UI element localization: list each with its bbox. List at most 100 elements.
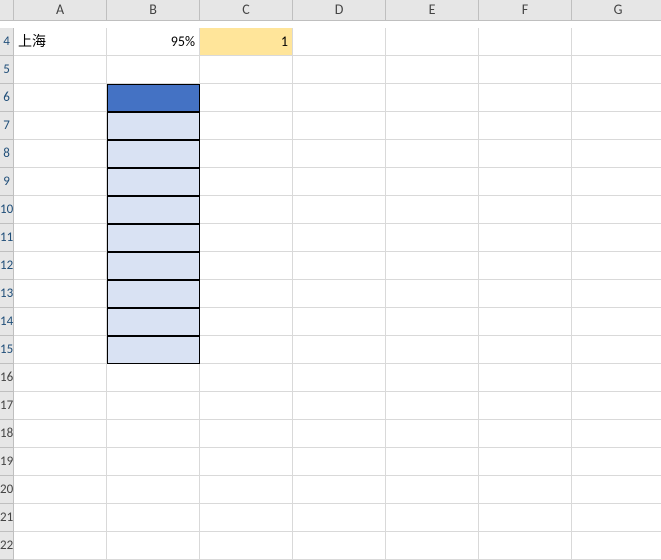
cell-C4[interactable]: 1 xyxy=(200,28,293,56)
cell-B14[interactable] xyxy=(107,308,200,336)
cell-G11[interactable] xyxy=(572,224,661,252)
cell-C10[interactable] xyxy=(200,196,293,224)
col-header-B[interactable]: B xyxy=(107,0,200,21)
cell-C20[interactable] xyxy=(200,476,293,504)
cell-A7[interactable] xyxy=(14,112,107,140)
cell-G16[interactable] xyxy=(572,364,661,392)
cell-C15[interactable] xyxy=(200,336,293,364)
col-header-A[interactable]: A xyxy=(14,0,107,21)
row-header-13[interactable]: 13 xyxy=(0,280,14,308)
cell-G22[interactable] xyxy=(572,532,661,560)
cell-D8[interactable] xyxy=(293,140,386,168)
cell-A14[interactable] xyxy=(14,308,107,336)
col-header-E[interactable]: E xyxy=(386,0,479,21)
cell-B10[interactable] xyxy=(107,196,200,224)
cell-C12[interactable] xyxy=(200,252,293,280)
cell-F4[interactable] xyxy=(479,28,572,56)
cell-G15[interactable] xyxy=(572,336,661,364)
cell-A10[interactable] xyxy=(14,196,107,224)
cell-A4[interactable]: 上海 xyxy=(14,28,107,56)
cell-E20[interactable] xyxy=(386,476,479,504)
cell-E19[interactable] xyxy=(386,448,479,476)
cell-C18[interactable] xyxy=(200,420,293,448)
cell-B15[interactable] xyxy=(107,336,200,364)
cell-B21[interactable] xyxy=(107,504,200,532)
cell-F19[interactable] xyxy=(479,448,572,476)
cell-B6[interactable] xyxy=(107,84,200,112)
cell-F13[interactable] xyxy=(479,280,572,308)
cell-F8[interactable] xyxy=(479,140,572,168)
row-header-10[interactable]: 10 xyxy=(0,196,14,224)
row-header-7[interactable]: 7 xyxy=(0,112,14,140)
cell-F17[interactable] xyxy=(479,392,572,420)
cell-B17[interactable] xyxy=(107,392,200,420)
cell-E4[interactable] xyxy=(386,28,479,56)
cell-D20[interactable] xyxy=(293,476,386,504)
cell-E21[interactable] xyxy=(386,504,479,532)
cell-D14[interactable] xyxy=(293,308,386,336)
col-header-F[interactable]: F xyxy=(479,0,572,21)
corner-cell[interactable] xyxy=(0,0,14,21)
cell-G7[interactable] xyxy=(572,112,661,140)
cell-C17[interactable] xyxy=(200,392,293,420)
row-header-16[interactable]: 16 xyxy=(0,364,14,392)
cell-D6[interactable] xyxy=(293,84,386,112)
cell-G18[interactable] xyxy=(572,420,661,448)
cell-C21[interactable] xyxy=(200,504,293,532)
cell-C13[interactable] xyxy=(200,280,293,308)
cell-A19[interactable] xyxy=(14,448,107,476)
cell-F22[interactable] xyxy=(479,532,572,560)
cell-F6[interactable] xyxy=(479,84,572,112)
cell-D12[interactable] xyxy=(293,252,386,280)
cell-F20[interactable] xyxy=(479,476,572,504)
cell-E18[interactable] xyxy=(386,420,479,448)
cell-F18[interactable] xyxy=(479,420,572,448)
col-header-G[interactable]: G xyxy=(572,0,661,21)
cell-B22[interactable] xyxy=(107,532,200,560)
row-header-15[interactable]: 15 xyxy=(0,336,14,364)
row-header-19[interactable]: 19 xyxy=(0,448,14,476)
cell-A18[interactable] xyxy=(14,420,107,448)
cell-B8[interactable] xyxy=(107,140,200,168)
cell-A20[interactable] xyxy=(14,476,107,504)
cell-E9[interactable] xyxy=(386,168,479,196)
cell-G9[interactable] xyxy=(572,168,661,196)
row-header-12[interactable]: 12 xyxy=(0,252,14,280)
cell-D21[interactable] xyxy=(293,504,386,532)
row-header-14[interactable]: 14 xyxy=(0,308,14,336)
cell-G19[interactable] xyxy=(572,448,661,476)
cell-A5[interactable] xyxy=(14,56,107,84)
cell-A9[interactable] xyxy=(14,168,107,196)
row-header-5[interactable]: 5 xyxy=(0,56,14,84)
cell-E5[interactable] xyxy=(386,56,479,84)
cell-B13[interactable] xyxy=(107,280,200,308)
cell-F7[interactable] xyxy=(479,112,572,140)
cell-D13[interactable] xyxy=(293,280,386,308)
cell-C22[interactable] xyxy=(200,532,293,560)
cell-G6[interactable] xyxy=(572,84,661,112)
cell-A12[interactable] xyxy=(14,252,107,280)
cell-B18[interactable] xyxy=(107,420,200,448)
cell-G8[interactable] xyxy=(572,140,661,168)
cell-F14[interactable] xyxy=(479,308,572,336)
cell-A11[interactable] xyxy=(14,224,107,252)
row-header-4[interactable]: 4 xyxy=(0,28,14,56)
cell-D9[interactable] xyxy=(293,168,386,196)
cell-E12[interactable] xyxy=(386,252,479,280)
cell-D15[interactable] xyxy=(293,336,386,364)
cell-C8[interactable] xyxy=(200,140,293,168)
cell-B9[interactable] xyxy=(107,168,200,196)
cell-G14[interactable] xyxy=(572,308,661,336)
row-header-21[interactable]: 21 xyxy=(0,504,14,532)
cell-D7[interactable] xyxy=(293,112,386,140)
cell-G10[interactable] xyxy=(572,196,661,224)
cell-F21[interactable] xyxy=(479,504,572,532)
cell-E14[interactable] xyxy=(386,308,479,336)
cell-B12[interactable] xyxy=(107,252,200,280)
cell-C6[interactable] xyxy=(200,84,293,112)
col-header-D[interactable]: D xyxy=(293,0,386,21)
row-header-17[interactable]: 17 xyxy=(0,392,14,420)
row-header-18[interactable]: 18 xyxy=(0,420,14,448)
cell-B7[interactable] xyxy=(107,112,200,140)
cell-E15[interactable] xyxy=(386,336,479,364)
